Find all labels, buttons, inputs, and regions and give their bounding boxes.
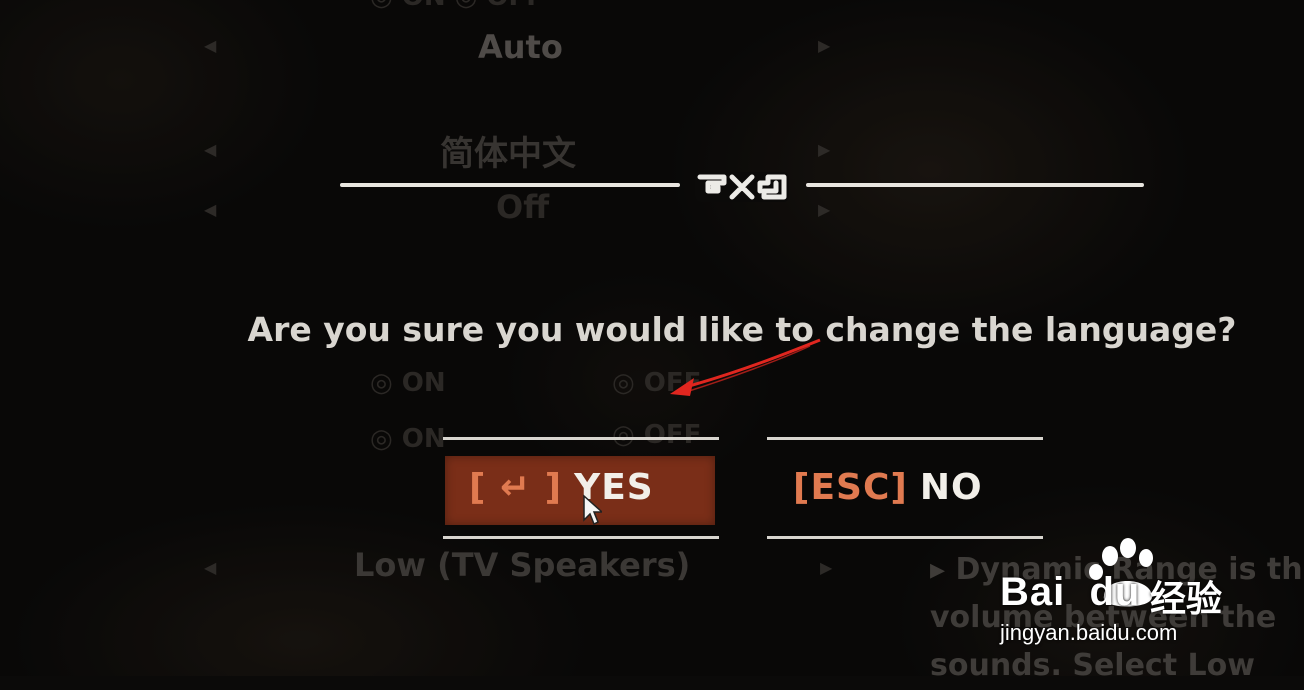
- dialog-divider-left: [340, 183, 680, 187]
- button-bottom-rule: [443, 536, 719, 539]
- dialog-divider-right: [806, 183, 1144, 187]
- no-button[interactable]: [ESC] NO: [767, 437, 1043, 539]
- annotation-arrow-icon: [670, 338, 821, 396]
- game-emblem-icon: [695, 172, 789, 202]
- baidu-url-text: jingyan.baidu.com: [1000, 620, 1178, 645]
- button-top-rule: [767, 437, 1043, 440]
- baidu-jingyan-text: 经验: [1150, 578, 1223, 619]
- mouse-cursor-icon: [583, 494, 602, 526]
- yes-button-content: [ ↵ ] YES: [469, 467, 654, 508]
- baidu-brand-text: Bai du: [1000, 570, 1141, 614]
- yes-button[interactable]: [ ↵ ] YES: [443, 437, 719, 539]
- esc-key-hint: [ESC]: [793, 467, 908, 508]
- enter-key-hint: [ ↵ ]: [469, 467, 563, 508]
- no-label: NO: [919, 467, 983, 508]
- button-top-rule: [443, 437, 719, 440]
- dialog-question: Are you sure you would like to change th…: [247, 310, 1237, 349]
- no-button-content: [ESC] NO: [793, 467, 983, 508]
